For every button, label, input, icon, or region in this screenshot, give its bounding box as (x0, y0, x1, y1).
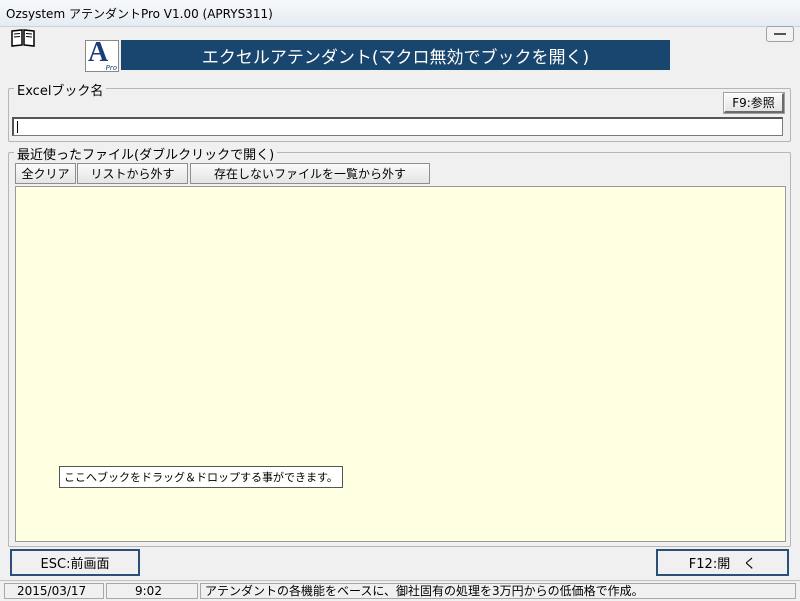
app-logo: A Pro (85, 37, 119, 72)
status-message: アテンダントの各機能をベースに、御社固有の処理を3万円からの低価格で作成。 (200, 583, 796, 599)
logo-sub: Pro (105, 64, 117, 72)
remove-missing-files-button[interactable]: 存在しないファイルを一覧から外す (190, 163, 430, 184)
esc-back-button[interactable]: ESC:前画面 (10, 549, 140, 576)
minimize-button[interactable] (766, 26, 794, 42)
remove-from-list-button[interactable]: リストから外す (77, 163, 188, 184)
book-icon[interactable] (10, 28, 36, 48)
title-bar: Ozsystem アテンダントPro V1.00 (APRYS311) (0, 0, 800, 27)
window-title: Ozsystem アテンダントPro V1.00 (APRYS311) (6, 7, 273, 21)
status-bar: 2015/03/17 9:02 アテンダントの各機能をベースに、御社固有の処理を… (0, 580, 800, 601)
excel-path-input[interactable] (12, 117, 783, 136)
recent-files-label: 最近使ったファイル(ダブルクリックで開く) (14, 144, 278, 163)
clear-all-button[interactable]: 全クリア (15, 163, 76, 184)
f12-open-button[interactable]: F12:開 く (656, 549, 789, 576)
screen-banner: エクセルアテンダント(マクロ無効でブックを開く) (121, 40, 670, 70)
text-caret (17, 121, 18, 133)
status-time: 9:02 (106, 583, 198, 599)
excel-book-label: Excelブック名 (14, 80, 107, 99)
drop-hint-tooltip: ここへブックをドラッグ＆ドロップする事ができます。 (59, 466, 343, 488)
browse-button[interactable]: F9:参照 (723, 92, 785, 114)
status-date: 2015/03/17 (4, 583, 104, 599)
recent-files-list[interactable] (15, 186, 786, 542)
